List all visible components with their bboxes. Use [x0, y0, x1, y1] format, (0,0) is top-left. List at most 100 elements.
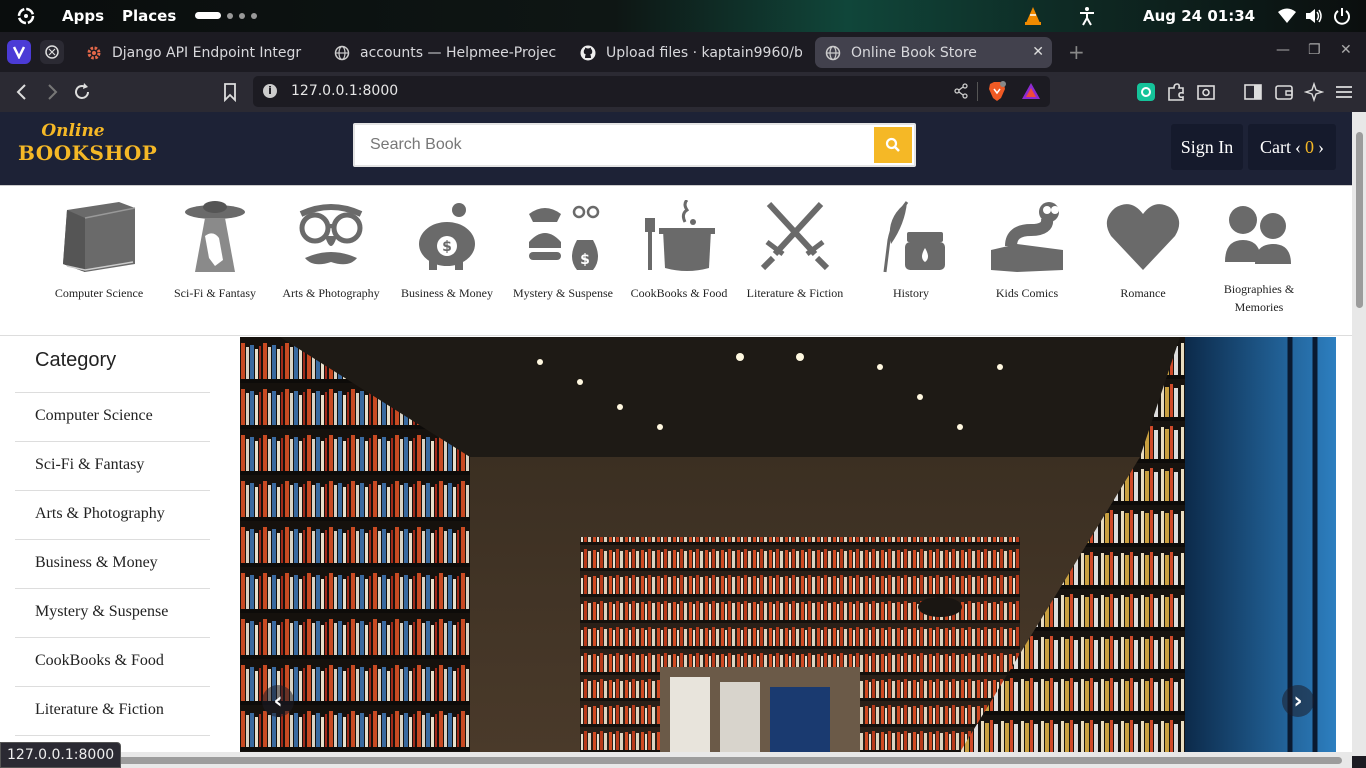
brave-rewards-icon[interactable] — [1021, 82, 1041, 100]
category-label: Kids Comics — [995, 286, 1059, 300]
divider — [977, 82, 978, 101]
cart-button[interactable]: Cart ‹ 0 › — [1248, 124, 1336, 170]
apps-menu[interactable]: Apps — [62, 7, 104, 25]
places-menu[interactable]: Places — [122, 7, 176, 25]
category-arts[interactable]: Arts & Photography — [273, 200, 389, 302]
grammarly-icon[interactable] — [1137, 83, 1155, 101]
sidebar-item-computer-science[interactable]: Computer Science — [15, 393, 210, 442]
category-history[interactable]: History — [853, 200, 969, 302]
sidebar-item-literature[interactable]: Literature & Fiction — [15, 687, 210, 736]
share-icon[interactable] — [953, 83, 969, 99]
sign-in-button[interactable]: Sign In — [1171, 124, 1243, 170]
power-icon[interactable] — [1333, 7, 1351, 25]
volume-icon[interactable] — [1305, 8, 1323, 24]
sidebar-item-mystery[interactable]: Mystery & Suspense — [15, 589, 210, 638]
wifi-icon[interactable] — [1278, 8, 1296, 24]
reload-icon[interactable] — [72, 82, 92, 102]
web-page: Online BOOKSHOP Sign In Cart ‹ 0 › Compu… — [0, 112, 1352, 752]
search-box — [353, 123, 916, 167]
scrollbar-thumb[interactable] — [113, 757, 1342, 764]
carousel-next-button[interactable]: › — [1282, 685, 1314, 717]
category-mystery[interactable]: $ Mystery & Suspense — [505, 200, 621, 302]
close-window-icon[interactable]: ✕ — [1340, 42, 1352, 58]
category-kids-comics[interactable]: Kids Comics — [969, 200, 1085, 302]
chatgpt-icon — [45, 45, 59, 59]
pinned-tab[interactable] — [40, 40, 64, 64]
workspace-indicator[interactable] — [195, 12, 257, 19]
category-sci-fi[interactable]: Sci-Fi & Fantasy — [157, 200, 273, 302]
workspace-dot-icon — [227, 12, 233, 19]
minimize-icon[interactable]: — — [1276, 42, 1290, 58]
gear-icon — [87, 46, 101, 59]
github-icon — [580, 45, 596, 60]
pinned-tab[interactable] — [7, 40, 31, 64]
browser-tab-strip: Django API Endpoint Integr accounts — He… — [0, 32, 1366, 72]
browser-tab[interactable]: Upload files · kaptain9960/b — [580, 37, 802, 68]
back-icon[interactable] — [12, 82, 32, 102]
sidebar-item-sci-fi[interactable]: Sci-Fi & Fantasy — [15, 442, 210, 491]
workspace-active-icon — [195, 12, 221, 19]
logo-line-2: BOOKSHOP — [18, 141, 158, 165]
activities-icon[interactable] — [16, 6, 36, 26]
site-info-icon[interactable]: i — [263, 84, 277, 98]
category-label: CookBooks & Food — [630, 286, 728, 300]
vertical-scrollbar[interactable] — [1352, 112, 1366, 756]
extensions-icon[interactable] — [1166, 82, 1186, 102]
scrollbar-thumb[interactable] — [1356, 132, 1363, 308]
category-biographies[interactable]: Biographies & Memories — [1201, 200, 1317, 316]
logo-line-1: Online — [41, 121, 105, 141]
maximize-icon[interactable]: ❐ — [1308, 42, 1321, 58]
category-literature[interactable]: Literature & Fiction — [737, 200, 853, 302]
hero-carousel: ‹ › — [240, 337, 1336, 752]
accessibility-icon[interactable] — [1078, 6, 1096, 26]
people-icon — [1225, 206, 1291, 264]
close-tab-icon[interactable]: ✕ — [1032, 44, 1044, 60]
globe-icon — [825, 45, 841, 60]
vlc-icon[interactable] — [1024, 6, 1042, 26]
tab-title: Django API Endpoint Integr — [112, 44, 302, 61]
sidebar-item-business[interactable]: Business & Money — [15, 540, 210, 589]
browser-tab[interactable]: Django API Endpoint Integr — [86, 37, 318, 68]
category-business[interactable]: $ Business & Money — [389, 200, 505, 302]
heart-icon — [1106, 204, 1180, 270]
bookstore-hero-image — [240, 337, 1336, 752]
url-text[interactable]: 127.0.0.1:8000 — [291, 83, 398, 99]
category-sidebar: Category Computer Science Sci-Fi & Fanta… — [15, 337, 210, 752]
menu-icon[interactable] — [1334, 82, 1354, 102]
search-button[interactable] — [874, 127, 912, 163]
category-label: Arts & Photography — [282, 286, 380, 300]
category-cookbooks[interactable]: CookBooks & Food — [621, 200, 737, 302]
wallet-icon[interactable] — [1274, 82, 1294, 102]
category-label: Computer Science — [54, 286, 144, 300]
forward-icon[interactable] — [42, 82, 62, 102]
chevron-left-icon: ‹ — [273, 688, 283, 714]
sidebar-item-arts[interactable]: Arts & Photography — [15, 491, 210, 540]
category-romance[interactable]: Romance — [1085, 200, 1201, 302]
browser-tab-active[interactable]: Online Book Store ✕ — [815, 37, 1052, 68]
workspace-dot-icon — [239, 12, 245, 19]
new-tab-icon[interactable]: + — [1068, 40, 1085, 64]
carousel-prev-button[interactable]: ‹ — [262, 685, 294, 717]
browser-tab[interactable]: accounts — Helpmee-Projec — [334, 37, 558, 68]
sidebar-icon[interactable] — [1243, 82, 1263, 102]
worm-book-icon — [991, 202, 1063, 272]
category-computer-science[interactable]: Computer Science — [41, 200, 157, 302]
site-logo[interactable]: Online BOOKSHOP — [18, 121, 158, 165]
screenshot-icon[interactable] — [1196, 82, 1216, 102]
address-bar[interactable]: i 127.0.0.1:8000 — [253, 76, 1050, 107]
leo-ai-icon[interactable] — [1304, 82, 1324, 102]
book-icon — [63, 202, 136, 272]
bookmark-icon[interactable] — [220, 82, 240, 102]
tab-title: Online Book Store — [851, 44, 977, 61]
clock[interactable]: Aug 24 01:34 — [1143, 7, 1255, 25]
browser-toolbar: i 127.0.0.1:8000 — [0, 72, 1366, 112]
brave-shields-icon[interactable] — [987, 81, 1007, 102]
search-input[interactable] — [358, 127, 873, 163]
system-top-bar: Apps Places Aug 24 01:34 — [0, 0, 1366, 32]
category-label: Literature & Fiction — [746, 286, 844, 300]
category-label: Sci-Fi & Fantasy — [173, 286, 256, 300]
disguise-glasses-icon — [299, 204, 363, 265]
sidebar-item-cookbooks[interactable]: CookBooks & Food — [15, 638, 210, 687]
horizontal-scrollbar[interactable] — [0, 752, 1352, 768]
globe-icon — [334, 45, 350, 60]
